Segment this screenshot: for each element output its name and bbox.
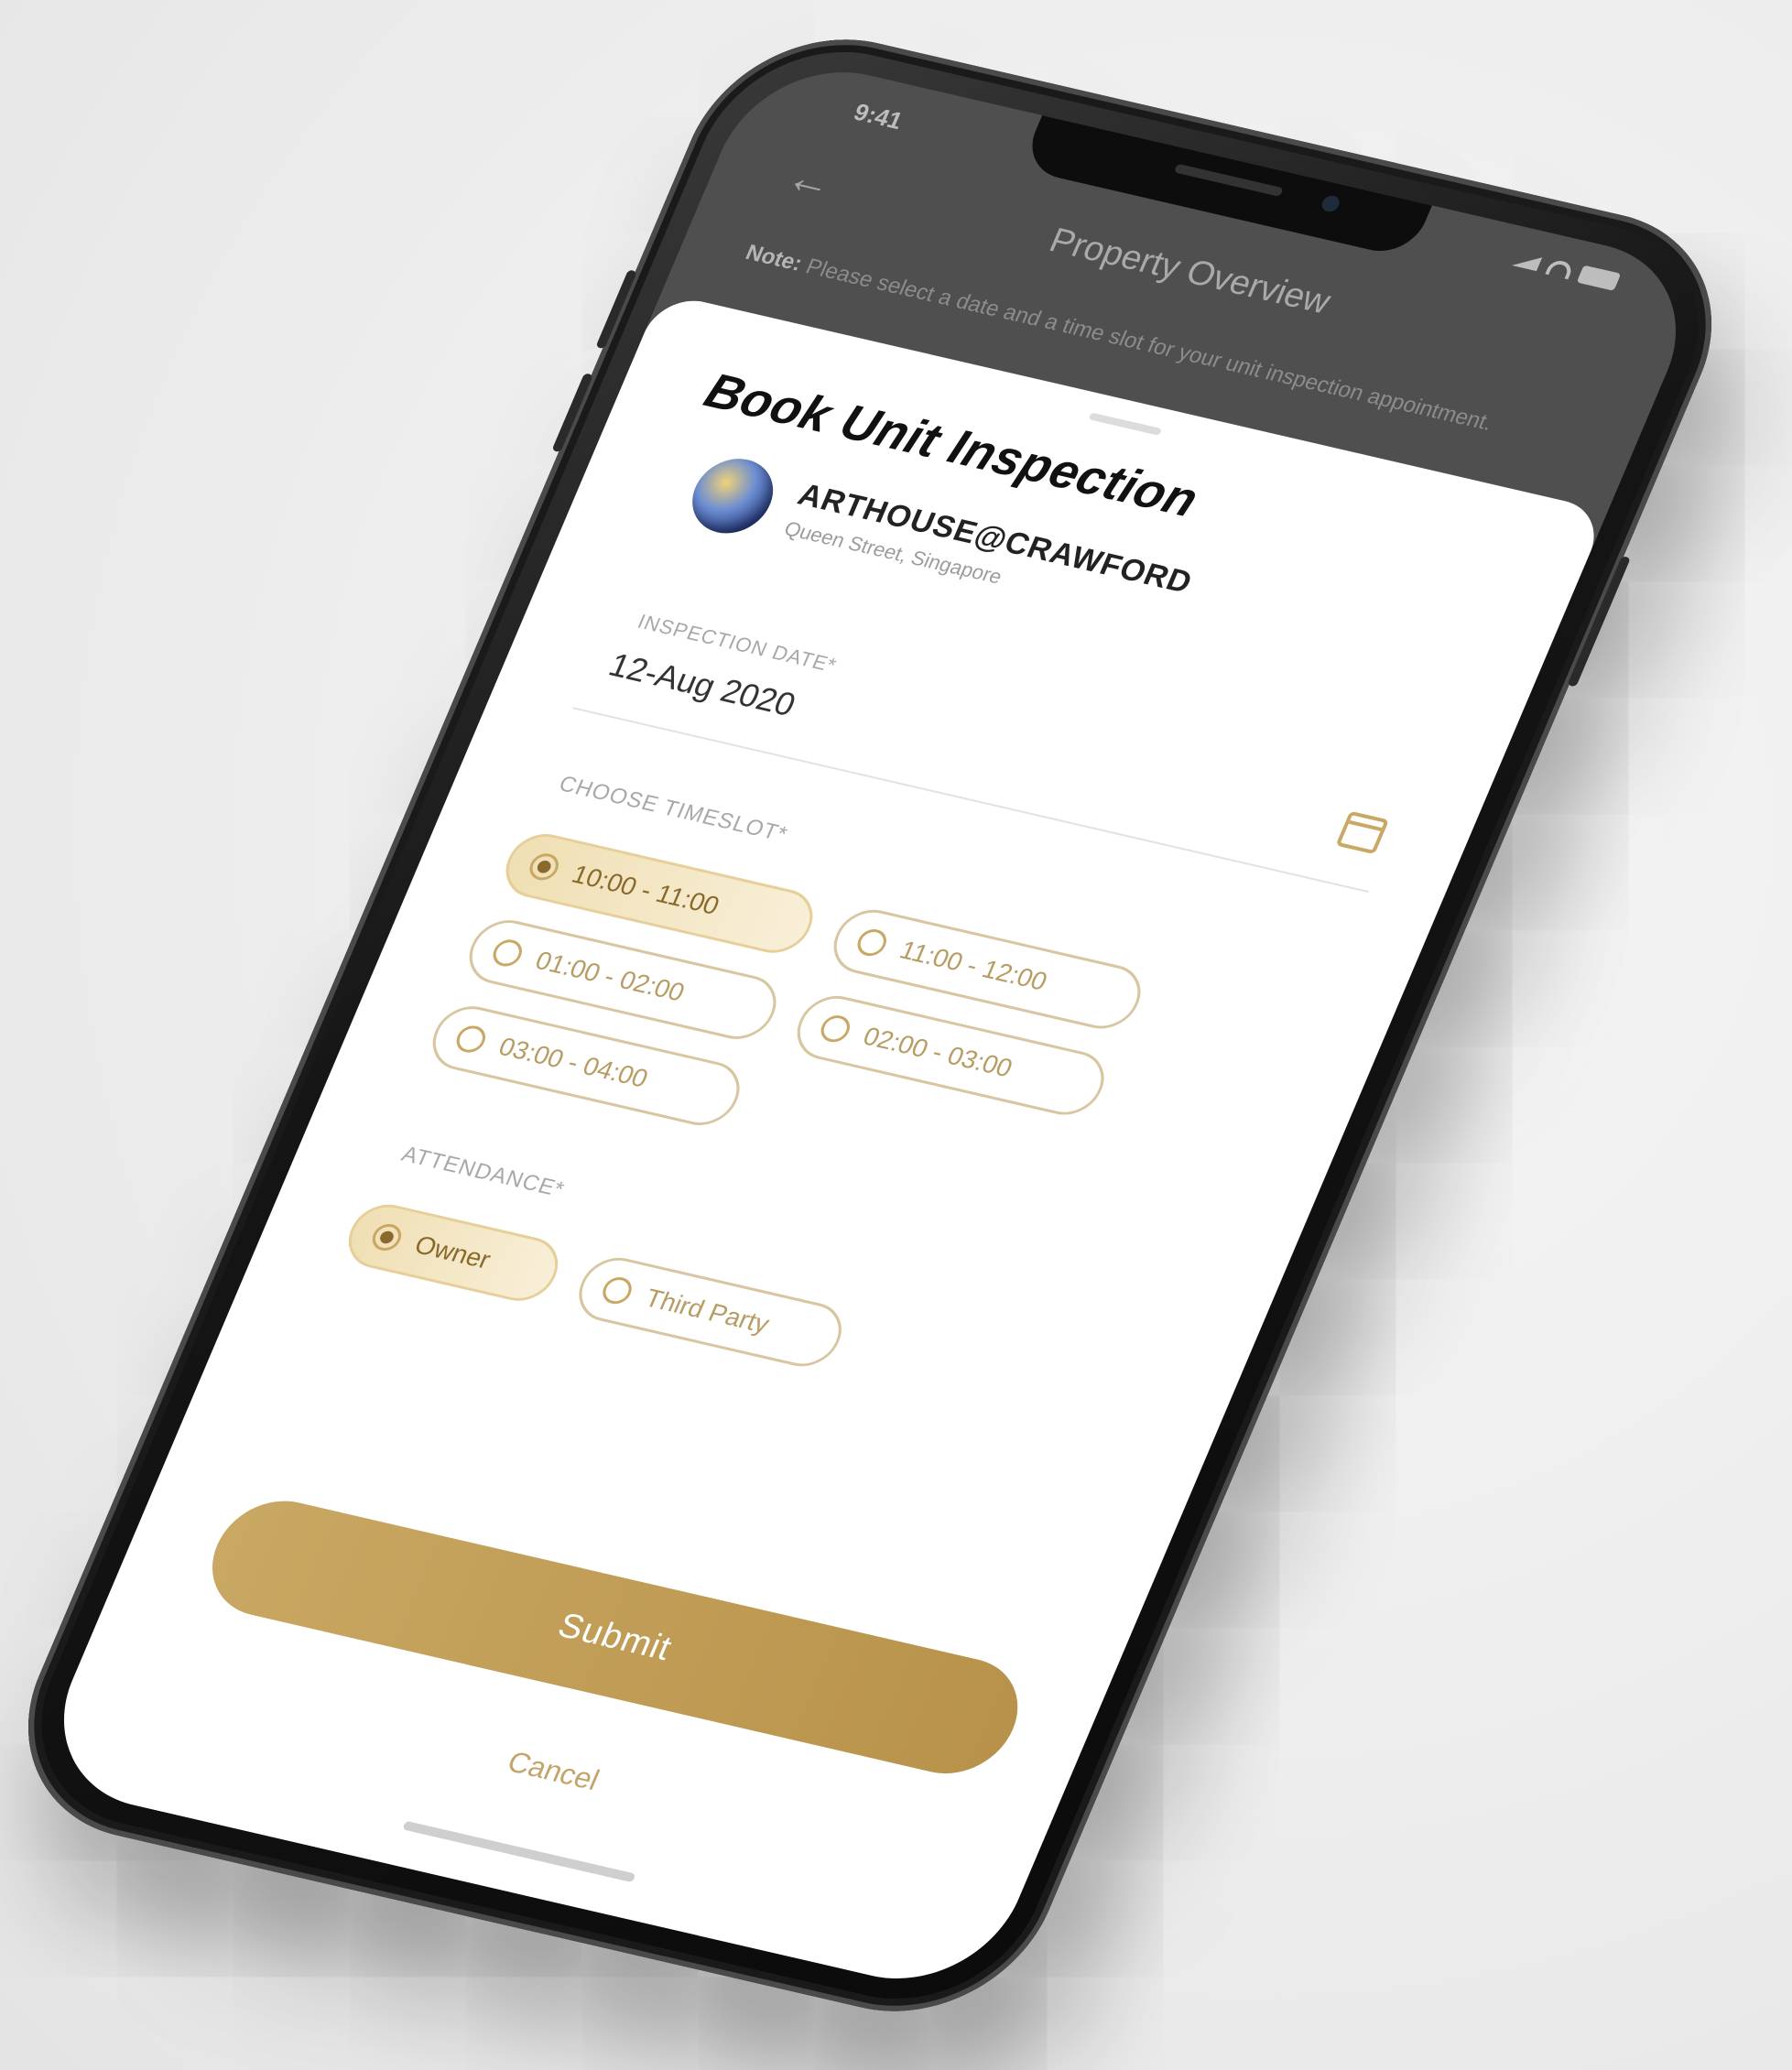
attendance-third-party-label: Third Party	[640, 1283, 774, 1338]
timeslot-label-4: 02:00 - 03:00	[859, 1022, 1017, 1083]
wifi-icon	[1545, 258, 1575, 280]
radio-icon	[598, 1274, 636, 1307]
radio-icon	[816, 1013, 854, 1046]
submit-button[interactable]: Submit	[193, 1489, 1037, 1785]
phone-screen: 9:41 ← Property Overview Note: Please se…	[29, 50, 1711, 2000]
sheet-handle[interactable]	[1088, 412, 1163, 436]
radio-icon	[451, 1023, 490, 1056]
status-icons	[1511, 250, 1622, 291]
speaker-grille	[1173, 163, 1284, 197]
status-time: 9:41	[850, 98, 907, 135]
timeslot-label: CHOOSE TIMESLOT*	[555, 771, 792, 848]
phone-mockup: 9:41 ← Property Overview Note: Please se…	[0, 12, 1756, 2039]
calendar-icon[interactable]	[1335, 810, 1390, 855]
timeslot-label-1: 10:00 - 11:00	[568, 860, 724, 920]
notice-label: Note:	[742, 240, 807, 276]
battery-icon	[1576, 265, 1622, 291]
timeslot-label-3: 01:00 - 02:00	[531, 946, 690, 1007]
attendance-owner-label: Owner	[410, 1230, 495, 1274]
attendance-label: ATTENDANCE*	[397, 1142, 569, 1203]
radio-icon	[488, 937, 527, 970]
home-indicator[interactable]	[402, 1820, 636, 1883]
signal-icon	[1512, 252, 1542, 271]
attendance-chip-third-party[interactable]: Third Party	[568, 1251, 853, 1373]
front-camera	[1319, 194, 1342, 214]
scene: 9:41 ← Property Overview Note: Please se…	[0, 0, 1792, 2070]
radio-selected-icon	[367, 1221, 406, 1253]
project-avatar	[679, 450, 786, 541]
radio-icon	[853, 927, 891, 959]
radio-selected-icon	[525, 851, 563, 883]
timeslot-label-5: 03:00 - 04:00	[494, 1032, 653, 1093]
timeslot-label-2: 11:00 - 12:00	[896, 935, 1052, 996]
attendance-chip-owner[interactable]: Owner	[338, 1198, 569, 1307]
